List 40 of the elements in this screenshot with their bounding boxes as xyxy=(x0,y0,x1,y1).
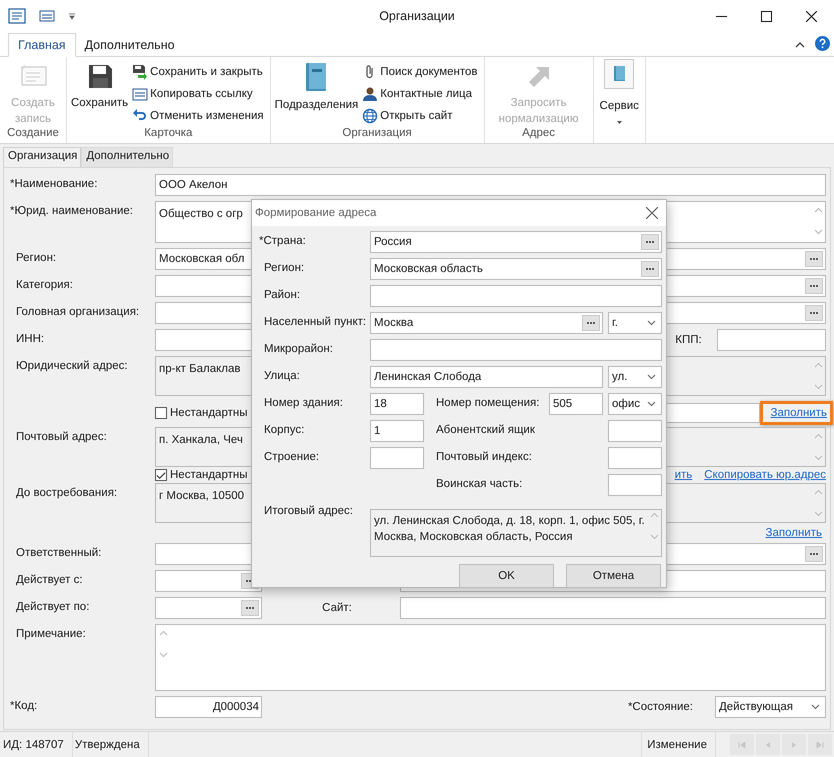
dialog-title: Формирование адреса xyxy=(255,207,378,219)
field-label: *Юрид. наименование: xyxy=(10,204,134,219)
field-label: Строение: xyxy=(263,450,320,465)
field-label: Номер помещения: xyxy=(436,396,540,411)
checkbox-label: Нестандартны xyxy=(170,469,248,481)
field-label: Улица: xyxy=(263,369,301,384)
ribbon-group-label: Карточка xyxy=(143,127,194,141)
field-label: КПП: xyxy=(674,334,703,346)
field-label: Почтовый индекс: xyxy=(436,450,533,465)
field-label: Юридический адрес: xyxy=(15,359,129,374)
field-label: Головная организация: xyxy=(15,305,140,320)
window-title: Организации xyxy=(379,9,455,23)
field-label: До востребования: xyxy=(15,486,118,501)
field-label: *Наименование: xyxy=(10,177,98,192)
field-label: Ответственный: xyxy=(15,546,102,561)
field-label: Почтовый адрес: xyxy=(15,430,108,445)
text-area: ул. Ленинская Слобода, д. 18, корп. 1, офис 505, г. Москва, Московская область, Россия xyxy=(370,509,662,557)
checkbox-label: Нестандартны xyxy=(170,407,248,419)
field-label: Сайт: xyxy=(321,602,352,614)
field-label: Действует с: xyxy=(15,573,84,588)
field-label: Район: xyxy=(263,288,302,303)
mode-text: Изменение xyxy=(641,732,716,757)
field-label: Регион: xyxy=(263,261,306,276)
field-label: Итоговый адрес: xyxy=(263,504,354,519)
field-label: Регион: xyxy=(15,251,58,266)
field-label: *Состояние: xyxy=(628,701,693,713)
field-label: Номер здания: xyxy=(263,396,344,411)
field-label: ИНН: xyxy=(15,332,46,347)
status-text: Утверждена xyxy=(72,732,149,757)
ribbon-group-label: Адрес xyxy=(521,127,556,141)
status-id: ИД: 148707 xyxy=(0,732,73,757)
field-label: *Страна: xyxy=(259,234,307,249)
field-label: Населенный пункт: xyxy=(263,315,368,330)
field-label: Микрорайон: xyxy=(263,342,334,357)
field-label: Примечание: xyxy=(15,627,87,642)
field-label: Категория: xyxy=(15,278,74,293)
ribbon-group-label: Создание xyxy=(6,127,60,141)
field-label: Действует по: xyxy=(15,600,90,615)
field-label: *Код: xyxy=(10,699,38,714)
ribbon-group-label: Организация xyxy=(341,127,413,141)
